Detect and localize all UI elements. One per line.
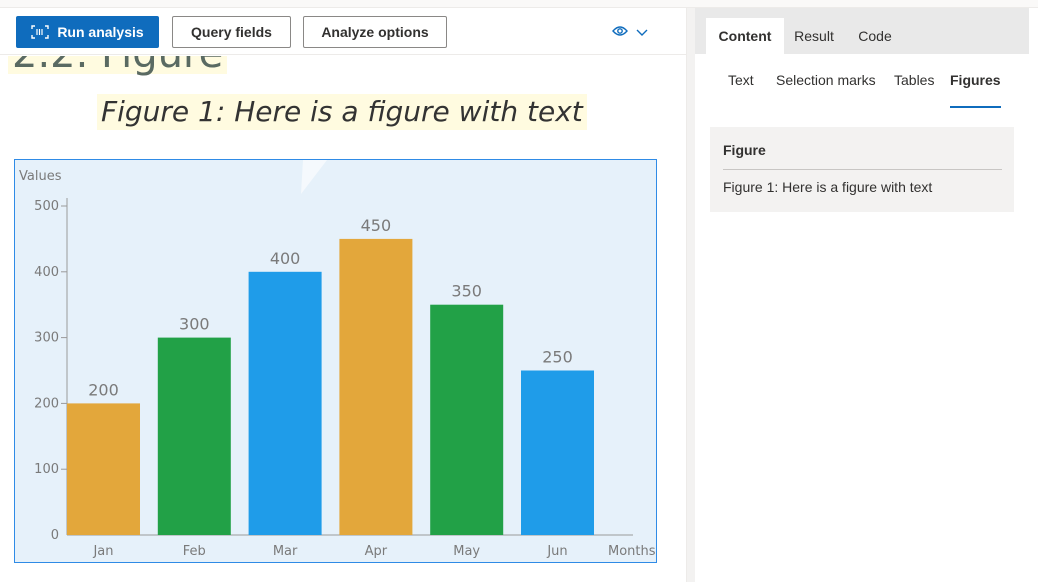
window-top-edge <box>0 0 1038 8</box>
query-fields-label: Query fields <box>191 24 272 40</box>
bar-jun <box>521 370 594 535</box>
view-options-dropdown[interactable] <box>612 22 658 44</box>
data-label-jan: 200 <box>88 380 119 399</box>
figure-bounding-box[interactable]: 0 100 200 300 400 500 Values 200 Jan 300 Feb 400 Ma… <box>14 159 657 563</box>
y-tick-label: 500 <box>34 199 59 214</box>
data-label-feb: 300 <box>179 315 210 334</box>
section-heading: 2.2. Figure <box>8 56 228 74</box>
subtab-text[interactable]: Text <box>728 72 754 102</box>
figure-card-divider <box>723 169 1002 170</box>
chevron-down-icon <box>636 24 648 42</box>
bar-mar <box>248 271 322 535</box>
figure-result-card[interactable]: Figure Figure 1: Here is a figure with t… <box>710 127 1014 212</box>
toolbar: Run analysis Query fields Analyze option… <box>0 8 686 55</box>
x-tick-label-apr: Apr <box>365 544 388 559</box>
y-tick-label: 200 <box>34 396 59 411</box>
tab-code[interactable]: Code <box>847 18 903 54</box>
document-page: 2.2. Figure Figure 1: Here is a figure w… <box>0 56 686 582</box>
x-tick-label-mar: Mar <box>273 544 298 559</box>
chart-decoration <box>301 160 327 194</box>
subtab-selection-marks[interactable]: Selection marks <box>776 72 876 102</box>
tab-content[interactable]: Content <box>706 18 784 54</box>
eye-icon <box>612 24 628 42</box>
data-label-may: 350 <box>451 282 482 301</box>
x-tick-label-feb: Feb <box>183 544 206 559</box>
x-tick-label-jun: Jun <box>546 544 567 559</box>
x-tick-label-jan: Jan <box>92 544 113 559</box>
subtab-figures[interactable]: Figures <box>950 72 1001 108</box>
bar-feb <box>157 337 231 535</box>
y-tick-label: 0 <box>51 528 59 543</box>
data-label-apr: 450 <box>361 216 392 235</box>
run-analysis-label: Run analysis <box>57 24 144 40</box>
query-fields-button[interactable]: Query fields <box>172 16 291 48</box>
pane-splitter[interactable] <box>686 0 695 582</box>
run-analysis-button[interactable]: Run analysis <box>16 16 159 48</box>
analyze-options-button[interactable]: Analyze options <box>303 16 447 48</box>
x-tick-label-may: May <box>453 544 480 559</box>
y-tick-label: 100 <box>34 462 59 477</box>
scan-icon <box>31 25 50 39</box>
content-subtabs: Text Selection marks Tables Figures <box>695 64 1029 108</box>
results-tabs: Content Result Code <box>695 8 1029 54</box>
figure-card-title: Figure <box>723 142 766 158</box>
tab-result[interactable]: Result <box>784 18 844 54</box>
analyze-options-label: Analyze options <box>321 24 429 40</box>
bar-may <box>430 304 504 535</box>
y-axis-title: Values <box>19 169 62 184</box>
data-label-jun: 250 <box>542 348 573 367</box>
subtab-tables[interactable]: Tables <box>894 72 934 102</box>
figure-card-caption: Figure 1: Here is a figure with text <box>723 179 933 195</box>
y-tick-label: 400 <box>34 265 59 280</box>
y-tick-label: 300 <box>34 331 59 346</box>
bar-jan <box>67 403 140 535</box>
bar-apr <box>339 238 413 535</box>
bar-chart: 0 100 200 300 400 500 Values 200 Jan 300 Feb 400 Ma… <box>19 160 656 559</box>
results-pane: Content Result Code Text Selection marks… <box>695 8 1038 582</box>
data-label-mar: 400 <box>270 249 301 268</box>
figure-caption: Figure 1: Here is a figure with text <box>97 94 587 130</box>
x-axis-title: Months <box>608 544 656 559</box>
document-viewer-pane: Run analysis Query fields Analyze option… <box>0 0 686 582</box>
